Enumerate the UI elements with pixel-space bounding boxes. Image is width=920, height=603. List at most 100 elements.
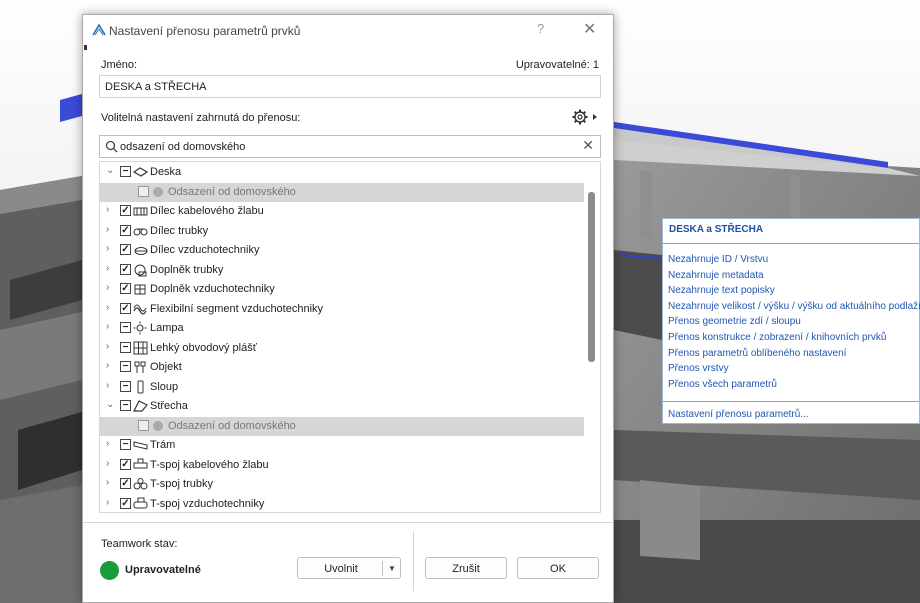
clear-search-button[interactable]: ✕ bbox=[582, 137, 594, 154]
archicad-app-icon bbox=[92, 23, 106, 36]
chevron-right-icon[interactable]: › bbox=[106, 458, 116, 469]
close-button[interactable]: ✕ bbox=[583, 19, 596, 39]
chevron-right-icon[interactable]: › bbox=[106, 283, 116, 293]
tree-row-label: Deska bbox=[150, 166, 182, 178]
tree-row[interactable]: › ✓ Dílec kabelového žlabu bbox=[100, 202, 584, 221]
chevron-right-icon[interactable]: › bbox=[106, 478, 116, 488]
tree-row-label: T-spoj kabelového žlabu bbox=[150, 458, 269, 471]
tree-row-label: Doplněk trubky bbox=[150, 263, 224, 276]
tree-checkbox[interactable]: ✓ bbox=[120, 224, 131, 236]
chevron-right-icon[interactable]: › bbox=[106, 205, 116, 215]
tree-row[interactable]: › − Trám bbox=[100, 436, 584, 455]
name-field[interactable]: DESKA a STŘECHA bbox=[99, 75, 601, 98]
menu-item[interactable]: Nezahrnuje text popisky bbox=[668, 285, 775, 296]
tree-row[interactable]: › − Objekt bbox=[100, 358, 584, 377]
tree-checkbox[interactable]: − bbox=[120, 166, 131, 177]
tree-checkbox[interactable]: − bbox=[120, 341, 131, 353]
cancel-button[interactable]: Zrušit bbox=[425, 557, 507, 579]
editable-count: Upravovatelné: 1 bbox=[515, 59, 599, 71]
tree-checkbox[interactable]: − bbox=[120, 439, 131, 450]
tree-row-label: Doplněk vzduchotechniky bbox=[150, 283, 275, 295]
tree-row[interactable]: › ✓ Flexibilní segment vzduchotechniky bbox=[100, 300, 584, 319]
chevron-right-icon[interactable]: › bbox=[106, 380, 116, 391]
chevron-right-icon[interactable]: › bbox=[106, 244, 116, 254]
ok-button[interactable]: OK bbox=[517, 557, 599, 579]
tree-checkbox[interactable]: ✓ bbox=[120, 478, 131, 489]
tree-checkbox[interactable]: − bbox=[120, 322, 131, 333]
chevron-down-icon[interactable]: ▼ bbox=[388, 558, 396, 580]
cable-tray-icon bbox=[133, 207, 148, 216]
help-button[interactable]: ? bbox=[537, 21, 544, 36]
tree-row[interactable]: ⌄ − Střecha bbox=[100, 397, 584, 416]
split-divider bbox=[382, 561, 383, 576]
dialog-title: Nastavení přenosu parametrů prvků bbox=[109, 24, 301, 38]
flex-duct-icon bbox=[133, 304, 147, 315]
tree-row[interactable]: › ✓ T-spoj kabelového žlabu bbox=[100, 456, 584, 475]
duct-tee-icon bbox=[133, 497, 148, 508]
menu-item[interactable]: Přenos všech parametrů bbox=[668, 379, 777, 390]
dialog-titlebar[interactable]: Nastavení přenosu parametrů prvků ? ✕ bbox=[83, 15, 613, 47]
tree-row-label: Střecha bbox=[150, 400, 188, 412]
chevron-right-icon[interactable]: › bbox=[106, 224, 116, 235]
tree-row[interactable]: › − Sloup bbox=[100, 378, 584, 397]
tree-checkbox[interactable]: ✓ bbox=[120, 497, 131, 509]
scrollbar-thumb[interactable] bbox=[588, 192, 595, 362]
tree-checkbox[interactable]: ✓ bbox=[120, 244, 131, 255]
tree-row[interactable]: › − Lehký obvodový plášť bbox=[100, 339, 584, 358]
tree-row-label: Objekt bbox=[150, 361, 182, 373]
menu-item[interactable]: Přenos vrstvy bbox=[668, 363, 729, 374]
tree-row[interactable]: › ✓ Dílec trubky bbox=[100, 222, 584, 241]
tree-checkbox[interactable]: ✓ bbox=[120, 302, 131, 314]
chevron-down-icon[interactable]: ⌄ bbox=[106, 166, 116, 176]
chevron-right-icon[interactable]: › bbox=[106, 263, 116, 274]
chevron-right-icon[interactable]: › bbox=[106, 302, 116, 313]
beam-icon bbox=[133, 441, 148, 450]
tree-row-label: Lehký obvodový plášť bbox=[150, 341, 257, 354]
tree-row-label: Odsazení od domovského bbox=[168, 419, 296, 432]
search-icon bbox=[105, 140, 118, 153]
tree-checkbox[interactable] bbox=[138, 185, 149, 197]
chevron-right-icon[interactable]: › bbox=[106, 341, 116, 352]
menu-item-transfer-settings[interactable]: Nastavení přenosu parametrů... bbox=[668, 409, 809, 420]
tree-row-label: Odsazení od domovského bbox=[168, 185, 296, 198]
chevron-down-icon[interactable]: ⌄ bbox=[106, 400, 116, 410]
menu-item[interactable]: Nezahrnuje metadata bbox=[668, 270, 764, 281]
tree-row[interactable]: › − Lampa bbox=[100, 319, 584, 338]
tree-checkbox[interactable]: ✓ bbox=[120, 458, 131, 470]
tree-row[interactable]: Odsazení od domovského bbox=[100, 182, 584, 202]
tree-checkbox[interactable]: − bbox=[120, 361, 131, 372]
tree-checkbox[interactable]: − bbox=[120, 400, 131, 411]
menu-divider-top bbox=[663, 243, 919, 244]
menu-item[interactable]: Nezahrnuje ID / Vrstvu bbox=[668, 254, 768, 265]
chevron-right-icon[interactable]: › bbox=[106, 497, 116, 508]
gear-menu-icon[interactable] bbox=[571, 108, 599, 126]
tree-row[interactable]: › ✓ Doplněk trubky bbox=[100, 261, 584, 280]
tree-row[interactable]: › ✓ T-spoj trubky bbox=[100, 475, 584, 494]
menu-item[interactable]: Nezahrnuje velikost / výšku / výšku od a… bbox=[668, 301, 920, 312]
tree-checkbox[interactable]: − bbox=[120, 380, 131, 392]
menu-item[interactable]: Přenos parametrů oblíbeného nastavení bbox=[668, 348, 846, 359]
chevron-right-icon[interactable]: › bbox=[106, 439, 116, 449]
release-button[interactable]: Uvolnit ▼ bbox=[297, 557, 401, 579]
menu-item[interactable]: Přenos konstrukce / zobrazení / knihovní… bbox=[668, 332, 886, 343]
chevron-right-icon[interactable]: › bbox=[106, 361, 116, 371]
search-field[interactable]: odsazení od domovského ✕ bbox=[99, 135, 601, 158]
tree-row[interactable]: › ✓ Dílec vzduchotechniky bbox=[100, 241, 584, 260]
tree-checkbox[interactable]: ✓ bbox=[120, 283, 131, 294]
tree-checkbox[interactable]: ✓ bbox=[120, 205, 131, 216]
search-input[interactable]: odsazení od domovského bbox=[120, 141, 245, 153]
tree-row[interactable]: › ✓ Doplněk vzduchotechniky bbox=[100, 280, 584, 299]
pipe-accessory-icon bbox=[134, 264, 147, 276]
tree-row[interactable]: Odsazení od domovského bbox=[100, 416, 584, 436]
tree-row[interactable]: › ✓ T-spoj vzduchotechniky bbox=[100, 495, 584, 513]
lamp-icon bbox=[133, 321, 147, 335]
tree-checkbox[interactable] bbox=[138, 419, 149, 431]
tree-row-label: T-spoj trubky bbox=[150, 478, 213, 490]
pipe-tee-icon bbox=[133, 478, 148, 490]
setting-dot-icon bbox=[153, 186, 163, 197]
tree-checkbox[interactable]: ✓ bbox=[120, 263, 131, 275]
pipe-icon bbox=[133, 228, 148, 235]
tree-row[interactable]: ⌄ − Deska bbox=[100, 163, 584, 182]
chevron-right-icon[interactable]: › bbox=[106, 322, 116, 332]
menu-item[interactable]: Přenos geometrie zdí / sloupu bbox=[668, 316, 801, 327]
